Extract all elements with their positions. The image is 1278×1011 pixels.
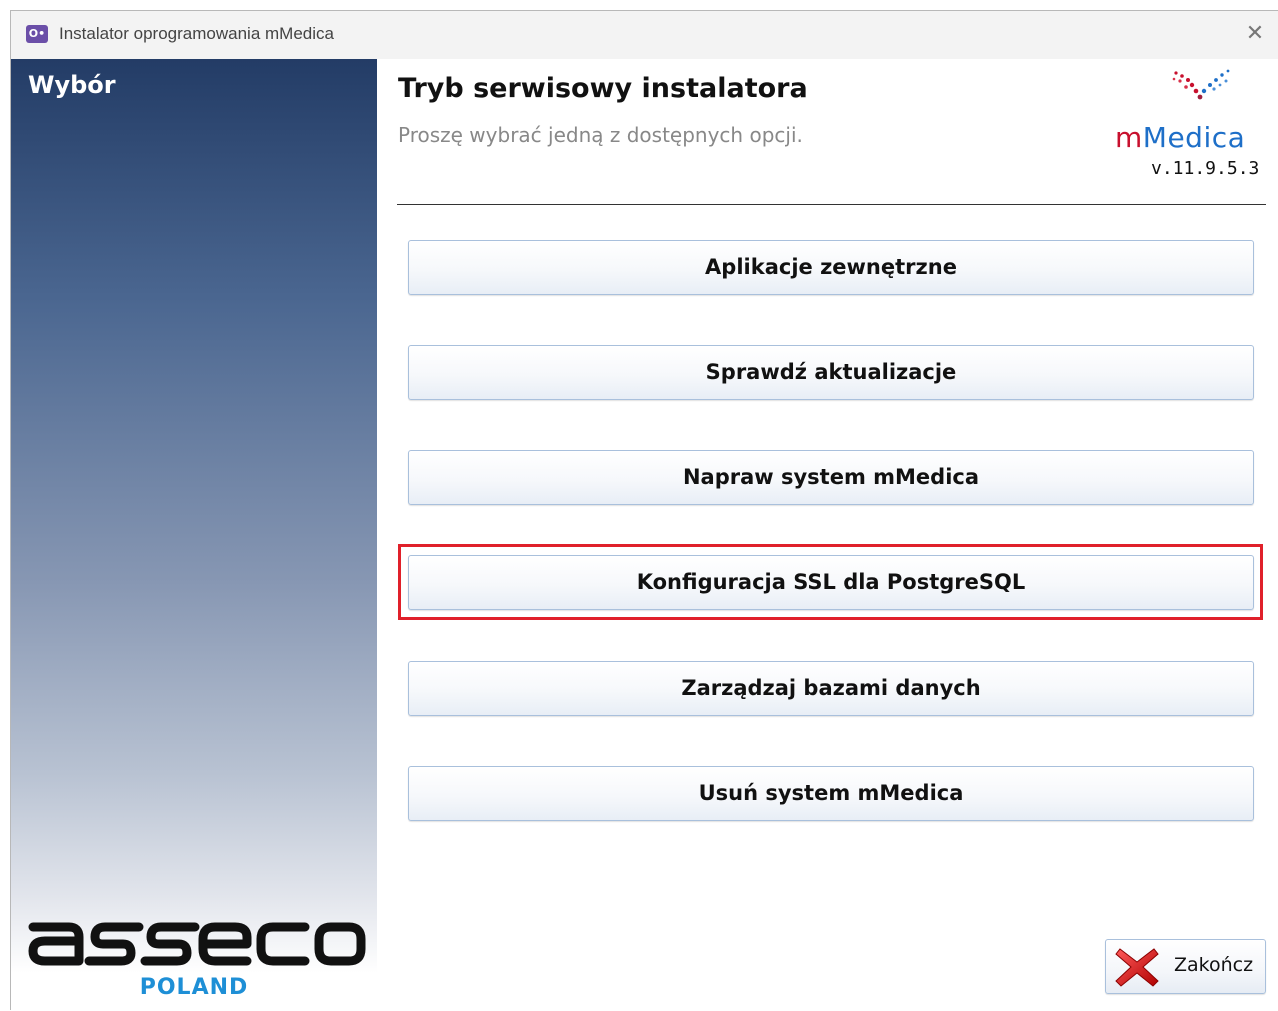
external-apps-button[interactable]: Aplikacje zewnętrzne xyxy=(408,240,1254,295)
mmedica-wordmark-m: m xyxy=(1115,121,1143,154)
window-title: Instalator oprogramowania mMedica xyxy=(59,24,334,43)
brand-subtitle: POLAND xyxy=(139,975,249,1000)
mmedica-wordmark: mMedica xyxy=(1115,121,1245,154)
page-title: Tryb serwisowy instalatora xyxy=(398,73,808,104)
title-bar: O• Instalator oprogramowania mMedica ✕ xyxy=(11,11,1278,59)
exit-label: Zakończ xyxy=(1174,954,1254,976)
page-subtitle: Proszę wybrać jedną z dostępnych opcji. xyxy=(398,123,803,147)
exit-button[interactable]: Zakończ xyxy=(1105,939,1266,994)
mmedica-wordmark-medica: Medica xyxy=(1142,121,1246,154)
mmedica-heart-logo xyxy=(1172,69,1230,100)
ssl-config-button[interactable]: Konfiguracja SSL dla PostgreSQL xyxy=(408,555,1254,610)
app-icon: O• xyxy=(26,25,48,43)
check-updates-button[interactable]: Sprawdź aktualizacje xyxy=(408,345,1254,400)
installer-window: O• Instalator oprogramowania mMedica ✕ W… xyxy=(10,10,1278,1011)
version-label: v.11.9.5.3 xyxy=(1151,158,1260,179)
red-x-icon xyxy=(1115,948,1159,987)
sidebar: Wybór POLAND xyxy=(11,59,377,1011)
sidebar-title: Wybór xyxy=(28,71,116,99)
uninstall-system-button[interactable]: Usuń system mMedica xyxy=(408,766,1254,821)
repair-system-button[interactable]: Napraw system mMedica xyxy=(408,450,1254,505)
asseco-logo xyxy=(28,922,366,966)
header-divider xyxy=(397,204,1266,205)
close-button[interactable]: ✕ xyxy=(1232,11,1278,59)
manage-databases-button[interactable]: Zarządzaj bazami danych xyxy=(408,661,1254,716)
